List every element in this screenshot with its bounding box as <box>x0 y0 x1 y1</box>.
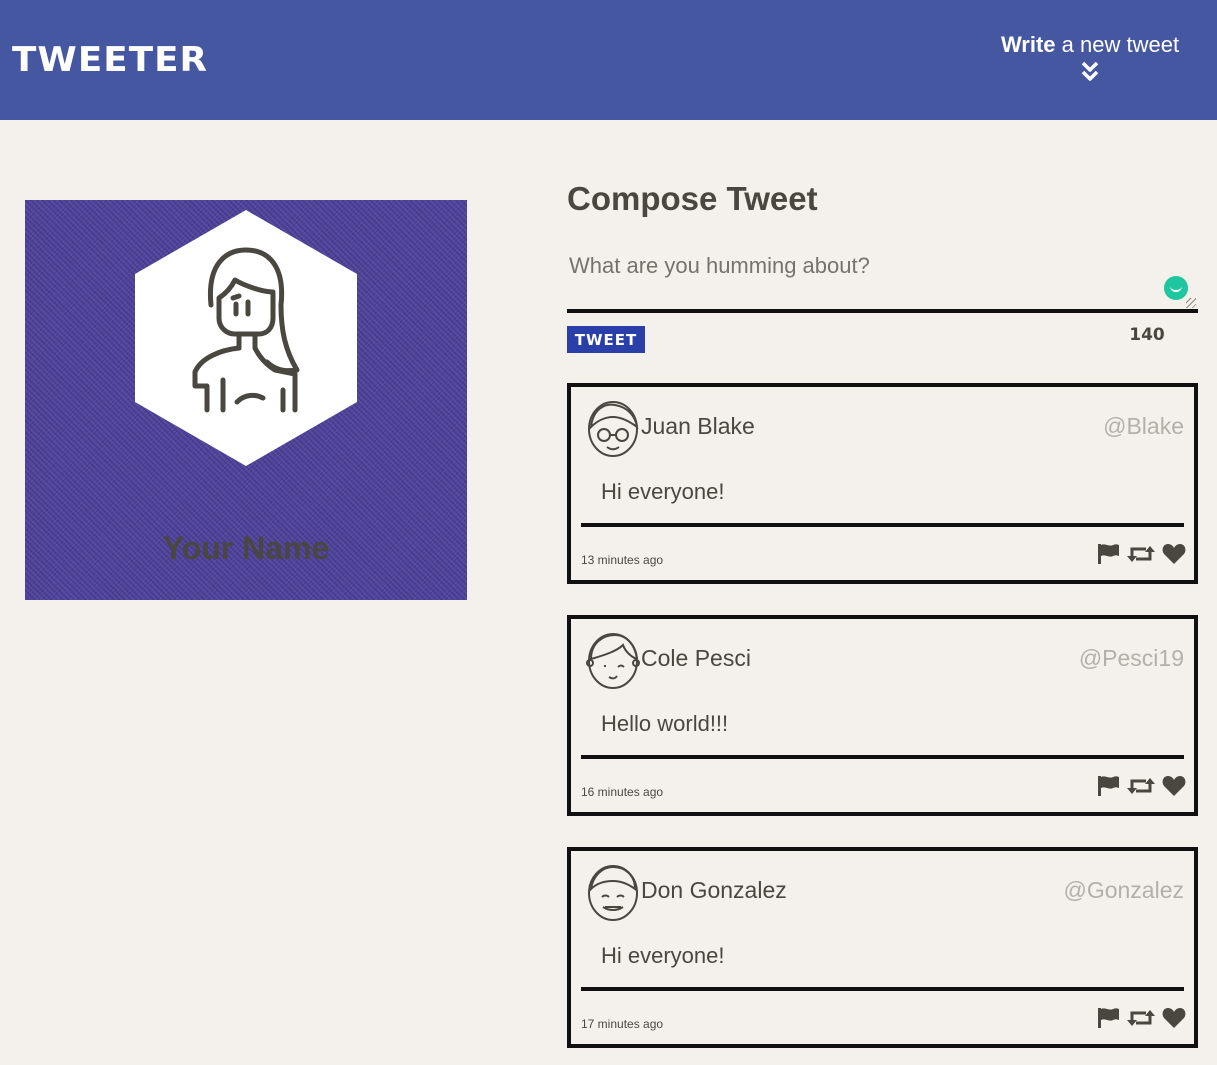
tweet-content: Hi everyone! <box>601 479 725 504</box>
tweet-author: Cole Pesci <box>641 645 751 671</box>
tweet-handle: @Gonzalez <box>1063 877 1184 903</box>
heart-icon[interactable] <box>1162 775 1186 797</box>
tweet-card: Don Gonzalez @Gonzalez Hi everyone! 17 m… <box>567 847 1198 1048</box>
flag-icon[interactable] <box>1096 543 1120 565</box>
user-avatar-icon <box>588 401 639 457</box>
tweet-handle: @Blake <box>1103 413 1184 439</box>
write-new-tweet-label[interactable]: Write a new tweet <box>990 32 1190 58</box>
tweet-text-input[interactable] <box>567 243 1198 313</box>
retweet-icon[interactable] <box>1126 776 1156 796</box>
retweet-icon[interactable] <box>1126 544 1156 564</box>
tweet-content: Hi everyone! <box>601 943 725 968</box>
compose-title: Compose Tweet <box>567 180 818 217</box>
tweet-divider <box>581 755 1184 759</box>
tweet-handle: @Pesci19 <box>1078 645 1184 671</box>
flag-icon[interactable] <box>1096 1007 1120 1029</box>
profile-card: Your Name <box>25 200 467 600</box>
resize-handle-icon[interactable] <box>1186 298 1196 308</box>
heart-icon[interactable] <box>1162 543 1186 565</box>
app-logo: TWEETER <box>12 40 209 80</box>
tweet-content: Hello world!!! <box>601 711 729 736</box>
tweet-timestamp: 17 minutes ago <box>581 1017 664 1031</box>
double-chevron-down-icon[interactable] <box>1080 60 1100 82</box>
tweet-timestamp: 13 minutes ago <box>581 553 664 567</box>
flag-icon[interactable] <box>1096 775 1120 797</box>
tweet-actions <box>1096 1007 1186 1029</box>
user-avatar-icon <box>588 865 638 921</box>
tweet-card: Juan Blake @Blake Hi everyone! 13 minute… <box>567 383 1198 584</box>
profile-name: Your Name <box>162 530 330 566</box>
profile-avatar-icon <box>135 210 357 466</box>
character-counter: 140 <box>1129 325 1165 345</box>
grammar-assistant-icon[interactable] <box>1164 276 1188 300</box>
tweet-card: Cole Pesci @Pesci19 Hello world!!! 16 mi… <box>567 615 1198 816</box>
retweet-icon[interactable] <box>1126 1008 1156 1028</box>
tweet-divider <box>581 987 1184 991</box>
user-avatar-icon <box>586 633 640 689</box>
tweet-submit-button[interactable]: TWEET <box>567 326 645 353</box>
tweet-timestamp: 16 minutes ago <box>581 785 664 799</box>
write-new-tweet-toggle[interactable]: Write a new tweet <box>990 32 1190 82</box>
tweet-divider <box>581 523 1184 527</box>
top-nav-bar: TWEETER Write a new tweet <box>0 0 1217 120</box>
tweet-actions <box>1096 775 1186 797</box>
tweet-author: Juan Blake <box>641 413 755 439</box>
tweet-author: Don Gonzalez <box>641 877 787 903</box>
heart-icon[interactable] <box>1162 1007 1186 1029</box>
tweet-actions <box>1096 543 1186 565</box>
